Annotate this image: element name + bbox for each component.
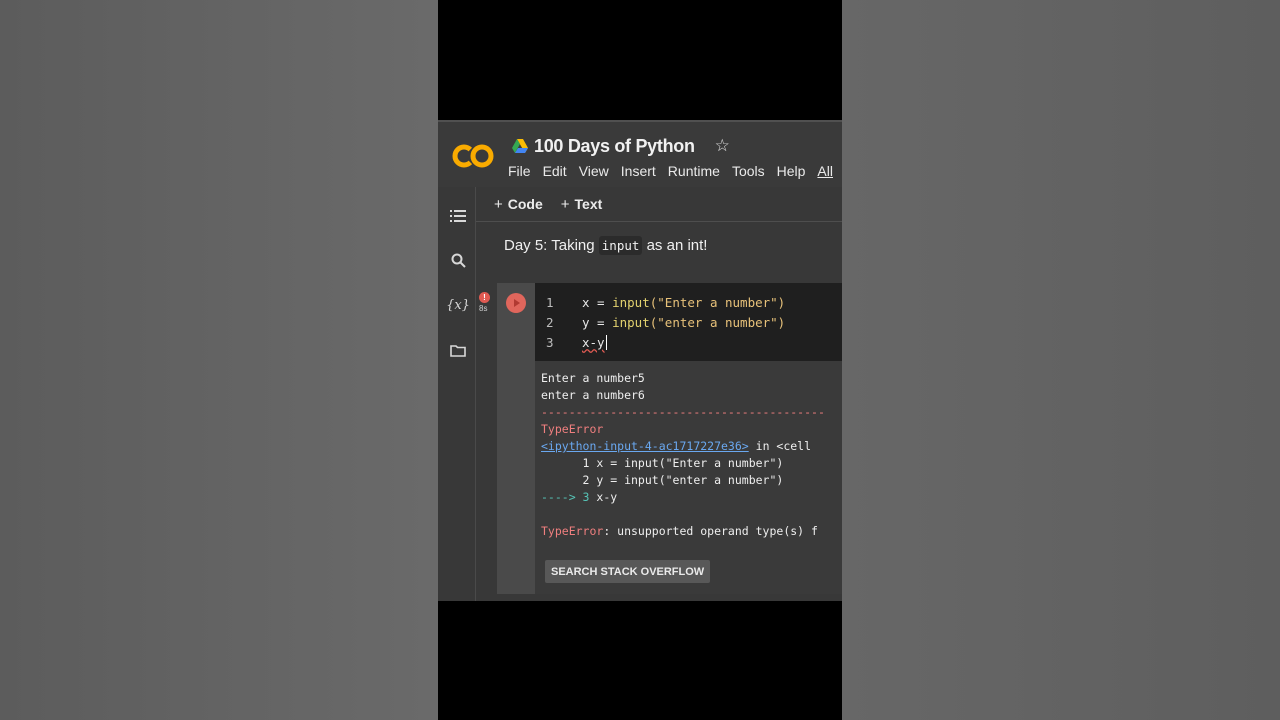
menu-tools[interactable]: Tools [732, 163, 773, 179]
cell-toolbar: + Code + Text [476, 187, 842, 222]
menu-file[interactable]: File [508, 163, 539, 179]
colab-window: 100 Days of Python ☆ File Edit View Inse… [438, 120, 842, 601]
google-drive-icon [512, 139, 528, 153]
add-code-button[interactable]: + Code [494, 196, 543, 213]
notebook-body: {x} + Code + Text Day 5: Taking input as a… [438, 187, 842, 601]
error-message: : unsupported operand type(s) f [603, 524, 818, 538]
star-icon[interactable]: ☆ [715, 136, 730, 156]
plus-icon: + [494, 195, 503, 213]
video-frame: 100 Days of Python ☆ File Edit View Inse… [438, 0, 842, 720]
search-icon[interactable] [449, 251, 467, 269]
table-of-contents-icon[interactable] [449, 207, 467, 225]
error-name: TypeError [541, 422, 604, 436]
variables-icon[interactable]: {x} [446, 296, 470, 314]
folder-icon[interactable] [449, 341, 467, 359]
search-stack-overflow-button[interactable]: SEARCH STACK OVERFLOW [545, 560, 711, 583]
text-cursor [605, 335, 607, 350]
menu-view[interactable]: View [579, 163, 617, 179]
code-line: 3 x-y [546, 335, 607, 350]
menu-all-changes[interactable]: All [817, 163, 841, 179]
code-line: 1x = input("Enter a number") [546, 295, 786, 310]
output-text: Enter a number5 enter a number6 ----------… [541, 371, 825, 538]
menu-bar: File Edit View Insert Runtime Tools Help… [508, 163, 842, 179]
execution-time: 8s [479, 304, 488, 313]
error-badge-icon: ! [479, 292, 490, 303]
plus-icon: + [560, 195, 570, 213]
add-text-button[interactable]: + Text [561, 196, 603, 213]
markdown-cell[interactable]: Day 5: Taking input as an int! [504, 236, 707, 255]
cell-status: ! 8s [479, 292, 493, 322]
colab-logo-icon [452, 144, 494, 168]
traceback-separator: ----------------------------------------… [541, 405, 825, 419]
code-line: 2y = input("enter a number") [546, 315, 786, 330]
header: 100 Days of Python ☆ File Edit View Inse… [438, 120, 842, 187]
notebook-title[interactable]: 100 Days of Python [534, 136, 695, 157]
menu-help[interactable]: Help [777, 163, 814, 179]
traceback-link[interactable]: <ipython-input-4-ac1717227e36> [541, 439, 749, 453]
menu-edit[interactable]: Edit [543, 163, 575, 179]
left-sidebar: {x} [438, 187, 476, 601]
code-editor[interactable]: 1x = input("Enter a number") 2 y = input("… [546, 293, 785, 353]
run-cell-button[interactable] [506, 293, 526, 313]
menu-insert[interactable]: Insert [621, 163, 664, 179]
menu-runtime[interactable]: Runtime [668, 163, 728, 179]
